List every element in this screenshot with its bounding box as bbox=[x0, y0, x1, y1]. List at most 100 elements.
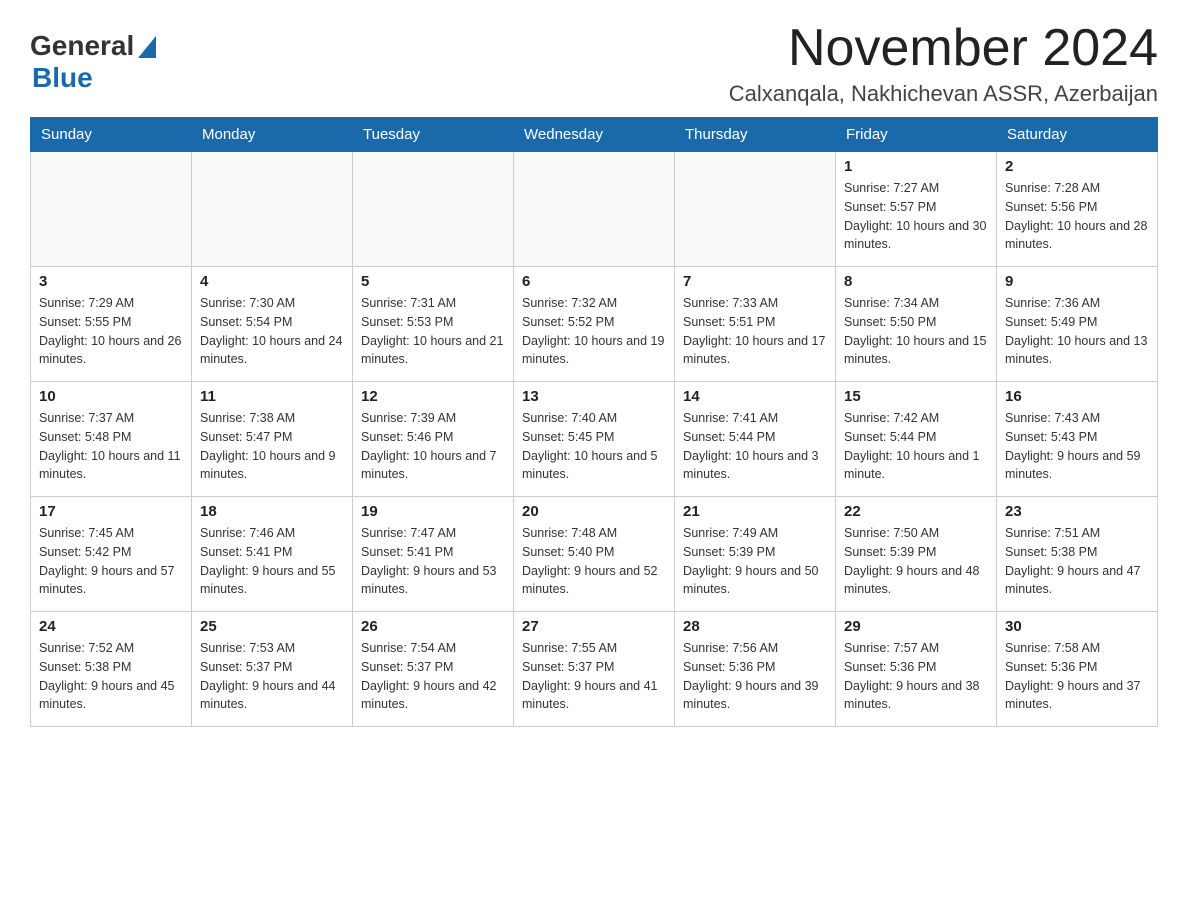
calendar-week-4: 17 Sunrise: 7:45 AMSunset: 5:42 PMDayligh… bbox=[31, 497, 1158, 612]
calendar-cell: 15Sunrise: 7:42 AMSunset: 5:44 PMDayligh… bbox=[836, 382, 997, 497]
calendar-cell: 19Sunrise: 7:47 AMSunset: 5:41 PMDayligh… bbox=[353, 497, 514, 612]
day-info: Sunrise: 7:41 AMSunset: 5:44 PMDaylight:… bbox=[683, 409, 827, 484]
day-info: Sunrise: 7:46 AMSunset: 5:41 PMDaylight:… bbox=[200, 524, 344, 599]
col-header-tuesday: Tuesday bbox=[353, 118, 514, 152]
calendar-cell: 4 Sunrise: 7:30 AMSunset: 5:54 PMDaylight… bbox=[192, 267, 353, 382]
day-number: 25 bbox=[200, 618, 344, 635]
calendar-cell: 30 Sunrise: 7:58 AMSunset: 5:36 PMDayligh… bbox=[997, 612, 1158, 727]
day-number: 17 bbox=[39, 503, 183, 520]
day-number: 23 bbox=[1005, 503, 1149, 520]
day-number: 22 bbox=[844, 503, 988, 520]
day-number: 1 bbox=[844, 158, 988, 175]
calendar-cell: 8 Sunrise: 7:34 AMSunset: 5:50 PMDaylight… bbox=[836, 267, 997, 382]
day-number: 4 bbox=[200, 273, 344, 290]
day-number: 13 bbox=[522, 388, 666, 405]
day-info: Sunrise: 7:56 AMSunset: 5:36 PMDaylight:… bbox=[683, 639, 827, 714]
calendar-table: SundayMondayTuesdayWednesdayThursdayFrid… bbox=[30, 117, 1158, 727]
day-number: 19 bbox=[361, 503, 505, 520]
day-info: Sunrise: 7:27 AMSunset: 5:57 PMDaylight:… bbox=[844, 179, 988, 254]
calendar-cell: 28Sunrise: 7:56 AMSunset: 5:36 PMDayligh… bbox=[675, 612, 836, 727]
calendar-cell: 24Sunrise: 7:52 AMSunset: 5:38 PMDayligh… bbox=[31, 612, 192, 727]
calendar-cell: 13Sunrise: 7:40 AMSunset: 5:45 PMDayligh… bbox=[514, 382, 675, 497]
title-section: November 2024 Calxanqala, Nakhichevan AS… bbox=[729, 20, 1158, 107]
calendar-cell: 29 Sunrise: 7:57 AMSunset: 5:36 PMDayligh… bbox=[836, 612, 997, 727]
calendar-cell bbox=[675, 152, 836, 267]
calendar-cell: 26 Sunrise: 7:54 AMSunset: 5:37 PMDayligh… bbox=[353, 612, 514, 727]
calendar-cell: 25 Sunrise: 7:53 AMSunset: 5:37 PMDayligh… bbox=[192, 612, 353, 727]
calendar-cell: 21 Sunrise: 7:49 AMSunset: 5:39 PMDayligh… bbox=[675, 497, 836, 612]
logo: General Blue bbox=[30, 30, 156, 94]
day-info: Sunrise: 7:48 AMSunset: 5:40 PMDaylight:… bbox=[522, 524, 666, 599]
calendar-cell bbox=[353, 152, 514, 267]
calendar-header-row: SundayMondayTuesdayWednesdayThursdayFrid… bbox=[31, 118, 1158, 152]
calendar-cell: 5 Sunrise: 7:31 AMSunset: 5:53 PMDaylight… bbox=[353, 267, 514, 382]
day-number: 11 bbox=[200, 388, 344, 405]
day-number: 2 bbox=[1005, 158, 1149, 175]
header: General Blue November 2024 Calxanqala, N… bbox=[30, 20, 1158, 107]
logo-triangle-icon bbox=[138, 36, 156, 58]
day-info: Sunrise: 7:30 AMSunset: 5:54 PMDaylight:… bbox=[200, 294, 344, 369]
calendar-cell: 2 Sunrise: 7:28 AMSunset: 5:56 PMDaylight… bbox=[997, 152, 1158, 267]
day-number: 26 bbox=[361, 618, 505, 635]
day-info: Sunrise: 7:38 AMSunset: 5:47 PMDaylight:… bbox=[200, 409, 344, 484]
day-info: Sunrise: 7:28 AMSunset: 5:56 PMDaylight:… bbox=[1005, 179, 1149, 254]
calendar-cell: 18 Sunrise: 7:46 AMSunset: 5:41 PMDayligh… bbox=[192, 497, 353, 612]
day-number: 30 bbox=[1005, 618, 1149, 635]
col-header-monday: Monday bbox=[192, 118, 353, 152]
day-number: 10 bbox=[39, 388, 183, 405]
calendar-cell: 12 Sunrise: 7:39 AMSunset: 5:46 PMDayligh… bbox=[353, 382, 514, 497]
day-info: Sunrise: 7:36 AMSunset: 5:49 PMDaylight:… bbox=[1005, 294, 1149, 369]
col-header-saturday: Saturday bbox=[997, 118, 1158, 152]
day-number: 3 bbox=[39, 273, 183, 290]
day-info: Sunrise: 7:32 AMSunset: 5:52 PMDaylight:… bbox=[522, 294, 666, 369]
day-number: 27 bbox=[522, 618, 666, 635]
day-info: Sunrise: 7:52 AMSunset: 5:38 PMDaylight:… bbox=[39, 639, 183, 714]
logo-general-text: General bbox=[30, 30, 134, 62]
col-header-friday: Friday bbox=[836, 118, 997, 152]
calendar-cell: 10 Sunrise: 7:37 AMSunset: 5:48 PMDayligh… bbox=[31, 382, 192, 497]
day-info: Sunrise: 7:39 AMSunset: 5:46 PMDaylight:… bbox=[361, 409, 505, 484]
calendar-week-5: 24Sunrise: 7:52 AMSunset: 5:38 PMDayligh… bbox=[31, 612, 1158, 727]
calendar-cell: 27Sunrise: 7:55 AMSunset: 5:37 PMDayligh… bbox=[514, 612, 675, 727]
day-info: Sunrise: 7:31 AMSunset: 5:53 PMDaylight:… bbox=[361, 294, 505, 369]
day-info: Sunrise: 7:54 AMSunset: 5:37 PMDaylight:… bbox=[361, 639, 505, 714]
calendar-cell: 16Sunrise: 7:43 AMSunset: 5:43 PMDayligh… bbox=[997, 382, 1158, 497]
day-number: 15 bbox=[844, 388, 988, 405]
col-header-thursday: Thursday bbox=[675, 118, 836, 152]
col-header-sunday: Sunday bbox=[31, 118, 192, 152]
day-number: 18 bbox=[200, 503, 344, 520]
calendar-week-2: 3 Sunrise: 7:29 AMSunset: 5:55 PMDaylight… bbox=[31, 267, 1158, 382]
day-info: Sunrise: 7:43 AMSunset: 5:43 PMDaylight:… bbox=[1005, 409, 1149, 484]
day-info: Sunrise: 7:45 AMSunset: 5:42 PMDaylight:… bbox=[39, 524, 183, 599]
day-info: Sunrise: 7:29 AMSunset: 5:55 PMDaylight:… bbox=[39, 294, 183, 369]
calendar-cell: 3 Sunrise: 7:29 AMSunset: 5:55 PMDaylight… bbox=[31, 267, 192, 382]
calendar-cell bbox=[31, 152, 192, 267]
calendar-cell: 23Sunrise: 7:51 AMSunset: 5:38 PMDayligh… bbox=[997, 497, 1158, 612]
day-info: Sunrise: 7:49 AMSunset: 5:39 PMDaylight:… bbox=[683, 524, 827, 599]
day-number: 6 bbox=[522, 273, 666, 290]
day-info: Sunrise: 7:53 AMSunset: 5:37 PMDaylight:… bbox=[200, 639, 344, 714]
logo-blue-text: Blue bbox=[32, 62, 93, 94]
calendar-cell: 17 Sunrise: 7:45 AMSunset: 5:42 PMDayligh… bbox=[31, 497, 192, 612]
day-number: 5 bbox=[361, 273, 505, 290]
day-number: 7 bbox=[683, 273, 827, 290]
day-info: Sunrise: 7:33 AMSunset: 5:51 PMDaylight:… bbox=[683, 294, 827, 369]
calendar-cell: 11 Sunrise: 7:38 AMSunset: 5:47 PMDayligh… bbox=[192, 382, 353, 497]
calendar-week-3: 10 Sunrise: 7:37 AMSunset: 5:48 PMDayligh… bbox=[31, 382, 1158, 497]
day-number: 21 bbox=[683, 503, 827, 520]
day-number: 12 bbox=[361, 388, 505, 405]
day-number: 8 bbox=[844, 273, 988, 290]
calendar-cell: 6 Sunrise: 7:32 AMSunset: 5:52 PMDaylight… bbox=[514, 267, 675, 382]
calendar-cell: 20 Sunrise: 7:48 AMSunset: 5:40 PMDayligh… bbox=[514, 497, 675, 612]
day-number: 29 bbox=[844, 618, 988, 635]
day-info: Sunrise: 7:58 AMSunset: 5:36 PMDaylight:… bbox=[1005, 639, 1149, 714]
day-info: Sunrise: 7:57 AMSunset: 5:36 PMDaylight:… bbox=[844, 639, 988, 714]
calendar-cell: 14 Sunrise: 7:41 AMSunset: 5:44 PMDayligh… bbox=[675, 382, 836, 497]
day-info: Sunrise: 7:37 AMSunset: 5:48 PMDaylight:… bbox=[39, 409, 183, 484]
calendar-cell: 22Sunrise: 7:50 AMSunset: 5:39 PMDayligh… bbox=[836, 497, 997, 612]
day-number: 14 bbox=[683, 388, 827, 405]
day-info: Sunrise: 7:34 AMSunset: 5:50 PMDaylight:… bbox=[844, 294, 988, 369]
day-number: 20 bbox=[522, 503, 666, 520]
calendar-cell bbox=[514, 152, 675, 267]
calendar-cell: 7 Sunrise: 7:33 AMSunset: 5:51 PMDaylight… bbox=[675, 267, 836, 382]
